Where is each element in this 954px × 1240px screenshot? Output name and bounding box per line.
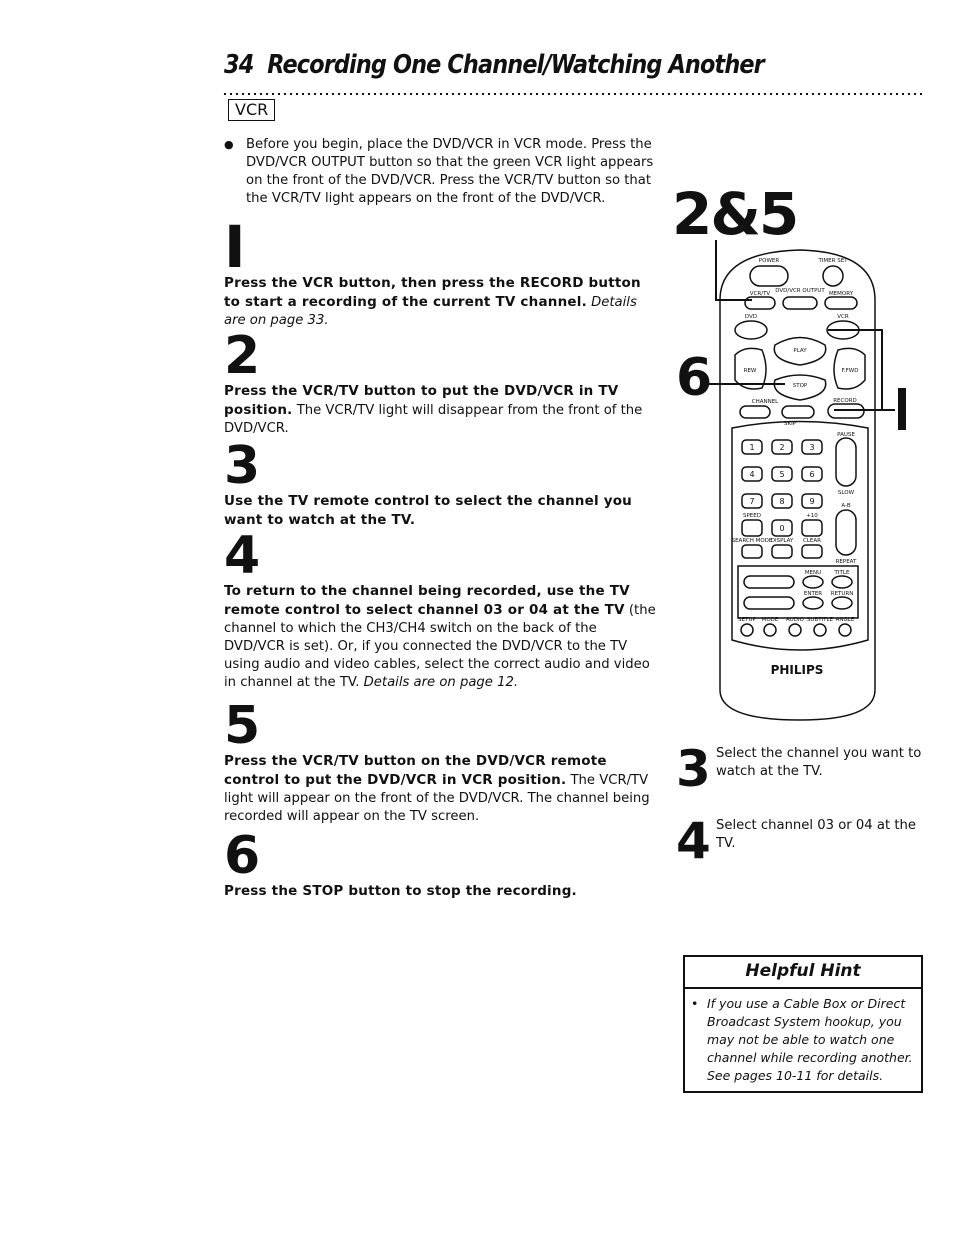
- bullet-icon: ●: [224, 138, 234, 151]
- label-channel: CHANNEL: [752, 399, 779, 405]
- side-step-3: 3 Select the channel you want to watch a…: [676, 744, 926, 794]
- page-number: 34: [224, 50, 254, 80]
- label-display: DISPLAY: [771, 538, 794, 544]
- callout-step-6: 6: [676, 348, 713, 408]
- step-4: 4 To return to the channel being recorde…: [224, 530, 656, 692]
- side-step-4: 4 Select channel 03 or 04 at the TV.: [676, 816, 926, 866]
- step-number: 3: [224, 436, 261, 496]
- label-clear: CLEAR: [803, 538, 821, 544]
- step-instruction: Press the VCR/TV button on the DVD/VCR r…: [224, 753, 607, 788]
- label-timer-set: TIMER SET: [817, 258, 848, 264]
- callout-1-glyph: [898, 388, 906, 430]
- remote-control-illustration: POWER TIMER SET VCR/TV DVD/VCR OUTPUT ME…: [705, 240, 906, 721]
- label-dvd: DVD: [745, 314, 757, 320]
- digit-0: 0: [779, 524, 784, 533]
- step-2: 2 Press the VCR/TV button to put the DVD…: [224, 330, 656, 438]
- label-repeat: REPEAT: [836, 559, 857, 565]
- side-step-text: Select channel 03 or 04 at the TV.: [716, 818, 916, 851]
- step-reference: Details are on page 12.: [359, 675, 519, 690]
- label-record: RECORD: [833, 398, 857, 404]
- label-ffwd: F.FWD: [842, 368, 859, 374]
- digit-1: 1: [749, 443, 754, 452]
- label-memory: MEMORY: [829, 291, 854, 297]
- label-ab: A-B: [841, 503, 850, 509]
- digit-4: 4: [749, 470, 754, 479]
- label-mode: MODE: [762, 617, 779, 623]
- step-number: 5: [224, 696, 261, 756]
- step-number: 2: [224, 326, 261, 386]
- hint-title: Helpful Hint: [685, 957, 921, 989]
- label-enter: ENTER: [804, 591, 822, 597]
- digit-9: 9: [809, 497, 814, 506]
- step-6: 6 Press the STOP button to stop the reco…: [224, 830, 656, 901]
- step-number: 4: [224, 526, 261, 586]
- hint-text: If you use a Cable Box or Direct Broadca…: [707, 996, 913, 1083]
- bullet-icon: •: [691, 996, 699, 1011]
- label-vcr: VCR: [837, 314, 849, 320]
- label-dvd-vcr-output: DVD/VCR OUTPUT: [775, 288, 825, 294]
- label-subtitle: SUBTITLE: [807, 617, 834, 623]
- dotted-divider: [222, 92, 922, 96]
- callout-steps-2-5: 2&5: [672, 180, 799, 248]
- label-vcr-tv: VCR/TV: [750, 291, 771, 297]
- side-step-number: 3: [676, 740, 711, 798]
- step-5: 5 Press the VCR/TV button on the DVD/VCR…: [224, 700, 656, 826]
- label-title: TITLE: [834, 570, 850, 576]
- label-rew: REW: [744, 368, 757, 374]
- label-stop: STOP: [793, 383, 808, 389]
- label-audio: AUDIO: [786, 617, 805, 623]
- label-pause: PAUSE: [837, 432, 855, 438]
- mode-tag: VCR: [228, 99, 276, 121]
- digit-2: 2: [779, 443, 784, 452]
- label-plus10: +10: [806, 513, 818, 519]
- digit-3: 3: [809, 443, 814, 452]
- label-search-mode: SEARCH MODE: [732, 538, 773, 544]
- side-step-text: Select the channel you want to watch at …: [716, 746, 922, 779]
- label-slow: SLOW: [838, 490, 855, 496]
- page-title: 34 Recording One Channel/Watching Anothe…: [224, 50, 765, 80]
- label-angle: ANGLE: [836, 617, 855, 623]
- label-menu: MENU: [805, 570, 821, 576]
- step-1: I Press the VCR button, then press the R…: [224, 213, 656, 330]
- page-heading: Recording One Channel/Watching Another: [267, 50, 764, 80]
- side-step-number: 4: [676, 812, 711, 870]
- label-setup: SETUP: [738, 617, 756, 623]
- digit-5: 5: [779, 470, 784, 479]
- label-return: RETURN: [831, 591, 854, 597]
- step-instruction: Use the TV remote control to select the …: [224, 493, 632, 528]
- digit-6: 6: [809, 470, 814, 479]
- step-number: I: [224, 213, 246, 281]
- label-play: PLAY: [793, 348, 807, 354]
- helpful-hint-box: Helpful Hint • If you use a Cable Box or…: [683, 955, 923, 1093]
- brand-logo: PHILIPS: [771, 663, 824, 677]
- step-instruction: Press the VCR button, then press the REC…: [224, 275, 641, 310]
- digit-8: 8: [779, 497, 784, 506]
- step-3: 3 Use the TV remote control to select th…: [224, 440, 656, 530]
- intro-paragraph: ● Before you begin, place the DVD/VCR in…: [224, 136, 654, 208]
- label-skip: SKIP: [784, 421, 797, 427]
- digit-7: 7: [749, 497, 754, 506]
- step-instruction: Press the STOP button to stop the record…: [224, 883, 577, 899]
- label-power: POWER: [759, 258, 780, 264]
- intro-text: Before you begin, place the DVD/VCR in V…: [246, 137, 654, 206]
- label-speed: SPEED: [743, 513, 761, 519]
- step-instruction: To return to the channel being recorded,…: [224, 583, 630, 618]
- step-number: 6: [224, 826, 261, 886]
